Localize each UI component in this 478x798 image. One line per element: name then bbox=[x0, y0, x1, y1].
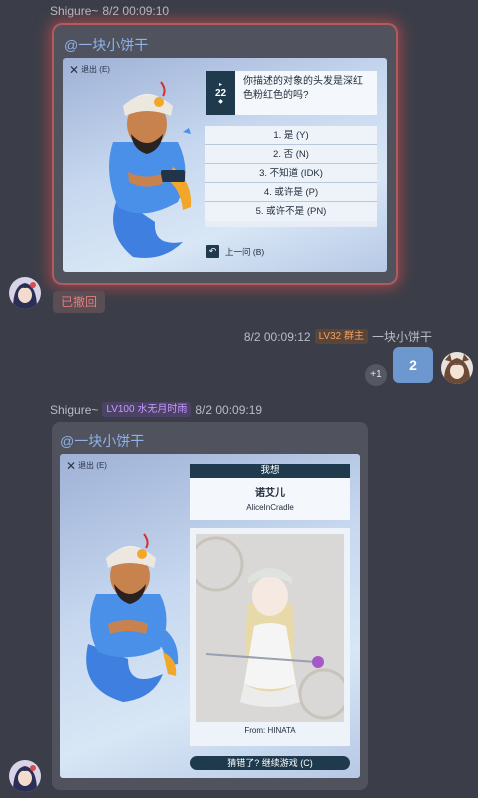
akinator-genie-illustration bbox=[109, 81, 192, 258]
answer-no[interactable]: 2. 否 (N) bbox=[205, 145, 377, 164]
timestamp: 8/2 00:09:10 bbox=[102, 4, 170, 18]
avatar-image bbox=[9, 760, 41, 792]
message-bubble[interactable]: @一块小饼干 ✕ 退出 (E) ▸ 22 ◆ 你描述的对象的头发是深红色粉红色的… bbox=[54, 25, 396, 283]
answer-yes[interactable]: 1. 是 (Y) bbox=[205, 126, 377, 145]
answer-probably[interactable]: 4. 或许是 (P) bbox=[205, 183, 377, 202]
message-header: Shigure~ 8/2 00:09:10 bbox=[50, 4, 169, 18]
avatar[interactable] bbox=[441, 352, 473, 384]
message-header: 8/2 00:09:12 LV32 群主 一块小饼干 bbox=[244, 328, 432, 345]
timestamp: 8/2 00:09:19 bbox=[195, 402, 263, 417]
previous-question-label: 上一问 (B) bbox=[225, 246, 265, 257]
back-arrow-icon: ↶ bbox=[206, 245, 219, 258]
question-text: 你描述的对象的头发是深红色粉红色的吗? bbox=[235, 71, 377, 115]
avatar-image bbox=[9, 277, 41, 309]
from-label: From: HINATA bbox=[244, 726, 296, 735]
close-icon: ✕ bbox=[66, 458, 77, 473]
message-bubble[interactable]: @一块小饼干 ✕ 退出 (E) 我想 诺艾儿 AliceInCradle Fro… bbox=[52, 422, 368, 790]
sender-name[interactable]: Shigure~ bbox=[50, 4, 98, 18]
close-icon: ✕ bbox=[69, 62, 80, 77]
character-frame: From: HINATA bbox=[190, 528, 350, 746]
guess-name: 诺艾儿 bbox=[255, 488, 285, 499]
level-badge: LV100 水无月时雨 bbox=[102, 402, 192, 417]
think-header: 我想 bbox=[190, 464, 350, 478]
level-badge: LV32 群主 bbox=[314, 329, 368, 344]
exit-button[interactable]: ✕ 退出 (E) bbox=[66, 458, 107, 473]
withdrawn-tag: 已撤回 bbox=[53, 291, 106, 313]
question-number: 22 bbox=[214, 87, 227, 99]
answer-list: 1. 是 (Y) 2. 否 (N) 3. 不知道 (IDK) 4. 或许是 (P… bbox=[205, 126, 377, 227]
plus-one-button[interactable]: +1 bbox=[365, 364, 387, 386]
guess-result: 诺艾儿 AliceInCradle bbox=[190, 478, 350, 520]
character-image bbox=[196, 534, 344, 722]
sender-name[interactable]: Shigure~ bbox=[50, 403, 98, 417]
avatar-image bbox=[441, 352, 473, 384]
answer-probably-not[interactable]: 5. 或许不是 (PN) bbox=[205, 202, 377, 221]
akinator-genie-illustration bbox=[86, 533, 179, 702]
avatar[interactable] bbox=[9, 760, 41, 792]
answer-idk[interactable]: 3. 不知道 (IDK) bbox=[205, 164, 377, 183]
akinator-result-card: ✕ 退出 (E) 我想 诺艾儿 AliceInCradle From: HINA… bbox=[60, 454, 360, 778]
message-bubble[interactable]: 2 bbox=[393, 347, 433, 383]
message-header: Shigure~ LV100 水无月时雨 8/2 00:09:19 bbox=[50, 402, 262, 417]
exit-label: 退出 (E) bbox=[78, 461, 107, 470]
timestamp: 8/2 00:09:12 bbox=[243, 329, 311, 344]
akinator-question-card: ✕ 退出 (E) ▸ 22 ◆ 你描述的对象的头发是深红色粉红色的吗? 1. 是… bbox=[63, 58, 387, 272]
sender-name[interactable]: 一块小饼干 bbox=[372, 328, 432, 345]
question-number-badge: ▸ 22 ◆ bbox=[206, 71, 235, 115]
continue-game-button[interactable]: 猜错了? 继续游戏 (C) bbox=[190, 756, 350, 770]
avatar[interactable] bbox=[9, 277, 41, 309]
previous-question-button[interactable]: ↶ 上一问 (B) bbox=[206, 245, 264, 258]
guess-source: AliceInCradle bbox=[246, 503, 294, 512]
mention[interactable]: @一块小饼干 bbox=[60, 431, 144, 451]
mention[interactable]: @一块小饼干 bbox=[64, 35, 148, 55]
